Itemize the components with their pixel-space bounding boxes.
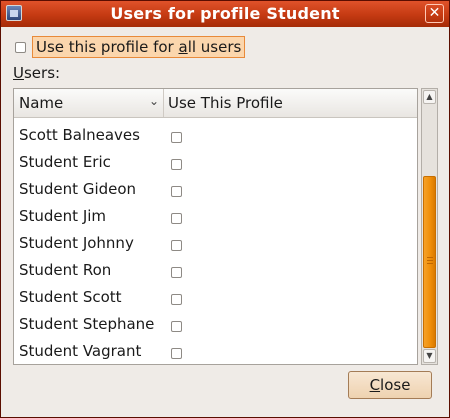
use-profile-checkbox[interactable]: [171, 294, 182, 305]
chevron-down-icon: ⌄: [148, 94, 159, 108]
table-row[interactable]: Student Gideon: [14, 177, 417, 204]
user-name: Student Johnny: [19, 234, 134, 252]
grip-icon: [427, 257, 433, 264]
user-name: Student Jim: [19, 207, 107, 225]
close-button[interactable]: Close: [348, 371, 432, 399]
use-profile-checkbox[interactable]: [171, 132, 182, 143]
table-row[interactable]: Student Eric: [14, 150, 417, 177]
use-profile-checkbox[interactable]: [171, 213, 182, 224]
list-rows: Scott Balneaves Student Eric Student Gid…: [14, 123, 417, 364]
user-name: Scott Balneaves: [19, 126, 140, 144]
list-header: Name ⌄ Use This Profile: [14, 89, 417, 118]
vertical-scrollbar[interactable]: ▲ ▼: [421, 88, 438, 365]
user-name: Student Scott: [19, 288, 122, 306]
column-profile-label: Use This Profile: [168, 94, 283, 112]
dialog-window: Users for profile Student ✕ Use this pro…: [0, 0, 450, 418]
table-row[interactable]: Scott Balneaves: [14, 123, 417, 150]
table-row[interactable]: Student Vagrant: [14, 339, 417, 364]
user-name: Student Vagrant: [19, 342, 142, 360]
use-profile-checkbox[interactable]: [171, 267, 182, 278]
close-icon[interactable]: ✕: [425, 4, 444, 23]
use-profile-checkbox[interactable]: [171, 240, 182, 251]
title-bar[interactable]: Users for profile Student ✕: [1, 1, 449, 27]
scroll-down-icon[interactable]: ▼: [423, 349, 436, 363]
table-row[interactable]: Student Stephane: [14, 312, 417, 339]
column-header-name[interactable]: Name ⌄: [14, 89, 164, 117]
users-label: Users:: [13, 64, 61, 82]
scroll-up-icon[interactable]: ▲: [423, 90, 436, 104]
window-title: Users for profile Student: [110, 4, 340, 23]
user-name: Student Eric: [19, 153, 111, 171]
use-profile-checkbox[interactable]: [171, 348, 182, 359]
table-row[interactable]: Student Johnny: [14, 231, 417, 258]
use-for-all-users-checkbox[interactable]: Use this profile for all users: [11, 36, 246, 58]
user-name: Student Ron: [19, 261, 112, 279]
user-name: Student Stephane: [19, 315, 155, 333]
scrollbar-thumb[interactable]: [423, 176, 436, 348]
checkbox-box[interactable]: [15, 41, 26, 53]
table-row[interactable]: Student Ron: [14, 258, 417, 285]
users-list[interactable]: Name ⌄ Use This Profile Scott Balneaves …: [13, 88, 418, 365]
use-profile-checkbox[interactable]: [171, 321, 182, 332]
table-row[interactable]: Student Scott: [14, 285, 417, 312]
use-profile-checkbox[interactable]: [171, 159, 182, 170]
column-name-label: Name: [19, 94, 64, 112]
table-row[interactable]: Student Jim: [14, 204, 417, 231]
user-name: Student Gideon: [19, 180, 137, 198]
use-for-all-users-label[interactable]: Use this profile for all users: [32, 36, 246, 58]
use-profile-checkbox[interactable]: [171, 186, 182, 197]
